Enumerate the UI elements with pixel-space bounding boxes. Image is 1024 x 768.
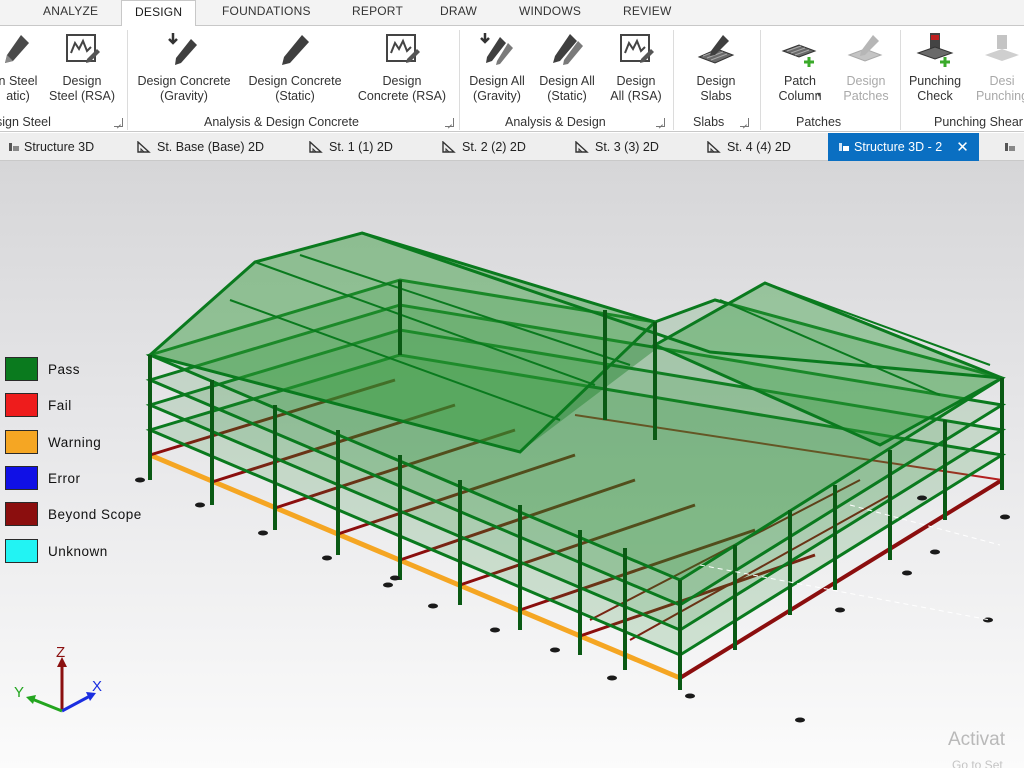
legend-swatch [5,357,38,381]
structure-3d-viewport[interactable]: Pass Fail Warning Error Beyond Scope Unk… [0,161,1024,768]
activation-watermark-link: Go to Set [952,758,1003,768]
y-arrow-icon [26,695,36,704]
close-tab-icon[interactable]: ✕ [956,138,969,156]
patch-plus-icon [781,44,817,67]
patch-pencil-icon [847,35,883,62]
activation-watermark: Activat [948,729,1006,750]
legend-swatch [5,502,38,526]
legend-item-error: Error [5,466,81,490]
group-label-analysis-design-concrete: Analysis & Design Concrete [204,115,359,129]
group-separator [673,30,674,130]
response-spectrum-icon [386,34,420,63]
z-axis-label: Z [56,644,65,661]
group-launcher[interactable] [445,118,454,127]
group-launcher[interactable] [656,118,665,127]
group-separator [127,30,128,130]
plan-2d-icon [309,141,323,153]
y-axis-label: Y [14,684,24,701]
pencil-pair-icon [553,34,583,65]
ribbon-tab-bar: ANALYZE DESIGN FOUNDATIONS REPORT DRAW W… [0,0,1024,27]
pencil-down-arrow-icon [168,33,197,65]
design-slabs-button[interactable]: Design Slabs [680,26,752,112]
patch-column-button[interactable]: Patch Column ▾ [764,26,836,112]
view-tab-bar: Structure 3D St. Base (Base) 2D St. 1 (1… [0,133,1024,161]
group-launcher[interactable] [114,118,123,127]
ribbon-tab-windows[interactable]: WINDOWS [519,4,581,18]
ribbon-tab-design[interactable]: DESIGN [121,0,197,27]
view-tab-structure-3d-2[interactable]: Structure 3D - 2 ✕ [828,133,979,161]
structure-3d-icon [839,143,849,151]
design-all-gravity-button[interactable]: Design All (Gravity) [462,26,532,112]
axis-triad: Z X Y [14,644,102,713]
group-launcher[interactable] [740,118,749,127]
structure-model [135,231,1010,723]
design-steel-static-button[interactable]: n Steel atic) [0,26,44,112]
pencil-icon [282,35,309,65]
view-tab-st-1[interactable]: St. 1 (1) 2D [309,137,393,157]
response-spectrum-icon [620,34,654,63]
x-axis [61,694,91,713]
plan-2d-icon [442,141,456,153]
design-patches-button[interactable]: Design Patches [834,26,898,112]
design-steel-icon [5,35,29,63]
design-concrete-rsa-button[interactable]: Design Concrete (RSA) [352,26,452,112]
structure-3d-icon [9,143,19,151]
slab-pencil-icon [697,35,735,64]
design-concrete-static-button[interactable]: Design Concrete (Static) [242,26,348,112]
y-axis [31,697,63,713]
pencil-pair-arrow-icon [480,33,513,65]
group-separator [459,30,460,130]
legend-swatch [5,539,38,563]
design-concrete-gravity-button[interactable]: Design Concrete (Gravity) [132,26,236,112]
legend-item-warning: Warning [5,430,101,454]
ribbon-tab-review[interactable]: REVIEW [623,4,672,18]
view-tab-st-2[interactable]: St. 2 (2) 2D [442,137,526,157]
view-tab-st-4[interactable]: St. 4 (4) 2D [707,137,791,157]
ribbon-tab-foundations[interactable]: FOUNDATIONS [222,4,311,18]
ribbon-panel: n Steel atic) Design Steel (RSA) Design … [0,26,1024,132]
group-separator [900,30,901,130]
design-punching-button[interactable]: Desi Punching [970,26,1024,112]
ribbon-tab-draw[interactable]: DRAW [440,4,477,18]
dropdown-arrow-icon[interactable]: ▾ [817,90,821,99]
legend-item-fail: Fail [5,393,72,417]
design-all-static-button[interactable]: Design All (Static) [534,26,600,112]
ribbon-tab-report[interactable]: REPORT [352,4,403,18]
legend-item-pass: Pass [5,357,80,381]
punching-pencil-icon [985,35,1019,61]
punching-check-button[interactable]: Punching Check [902,26,968,112]
structure-3d-icon [1005,143,1015,151]
ribbon-tab-analyze[interactable]: ANALYZE [43,4,98,18]
design-all-rsa-button[interactable]: Design All (RSA) [602,26,670,112]
group-label-analysis-design: Analysis & Design [505,115,606,129]
response-spectrum-icon [66,34,100,63]
view-tab-st-base[interactable]: St. Base (Base) 2D [137,137,264,157]
legend-swatch [5,466,38,490]
plan-2d-icon [575,141,589,153]
legend-item-beyond-scope: Beyond Scope [5,502,142,526]
plan-2d-icon [707,141,721,153]
design-steel-rsa-button[interactable]: Design Steel (RSA) [46,26,118,112]
legend-swatch [5,430,38,454]
group-label-slabs: Slabs [693,115,725,129]
group-separator [760,30,761,130]
punching-plus-icon [916,33,954,67]
group-label-punching-shear: Punching Shear [934,115,1023,129]
view-tab-structure-3d[interactable]: Structure 3D [8,137,94,157]
plan-2d-icon [137,141,151,153]
group-label-design-steel: sign Steel [0,115,51,129]
view-tab-st-3[interactable]: St. 3 (3) 2D [575,137,659,157]
legend-swatch [5,393,38,417]
legend-item-unknown: Unknown [5,539,108,563]
group-label-patches: Patches [796,115,842,129]
x-axis-label: X [92,678,102,695]
view-tab-overflow[interactable] [1004,137,1020,157]
